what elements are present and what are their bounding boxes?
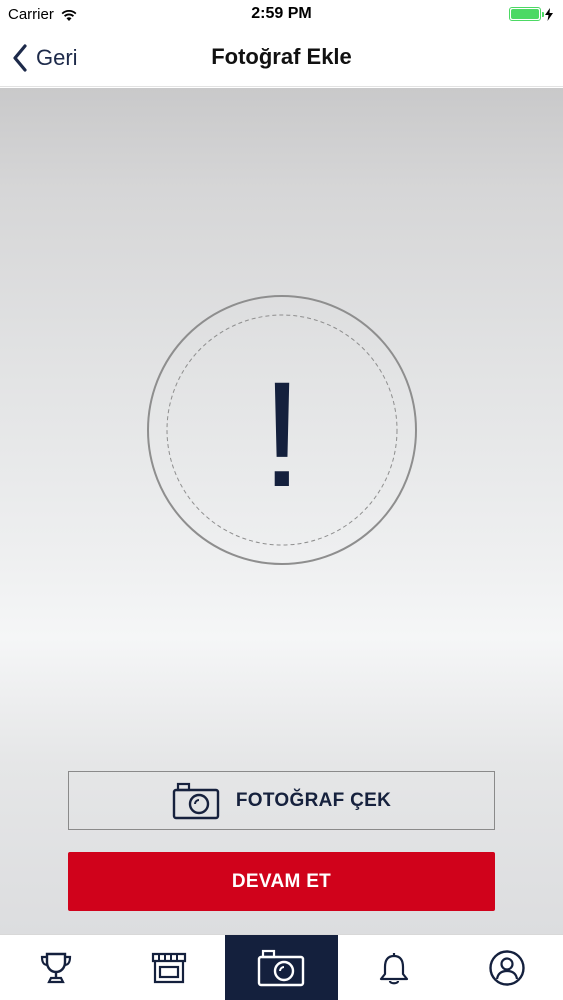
placeholder-circle-graphic: ! (147, 295, 417, 565)
take-photo-label: FOTOĞRAF ÇEK (235, 789, 392, 811)
charging-icon (545, 7, 553, 21)
bell-icon (379, 952, 409, 984)
tab-store[interactable] (113, 935, 226, 1000)
camera-icon (258, 949, 305, 986)
camera-icon (172, 782, 220, 819)
tab-bar (0, 934, 563, 1000)
photo-placeholder: ! (146, 294, 418, 566)
continue-button[interactable]: DEVAM ET (68, 852, 495, 911)
tab-camera[interactable] (225, 935, 338, 1000)
navigation-bar: Geri Fotoğraf Ekle (0, 30, 563, 87)
page-title: Fotoğraf Ekle (211, 44, 352, 69)
trophy-icon (41, 952, 72, 983)
screen: Carrier 2:59 PM Geri Fotoğraf Ekle ! FOT… (0, 0, 563, 1000)
battery-icon (509, 7, 544, 21)
store-icon (151, 952, 186, 983)
take-photo-button[interactable]: FOTOĞRAF ÇEK (68, 771, 495, 830)
tab-notifications[interactable] (338, 935, 451, 1000)
status-right (509, 7, 553, 21)
profile-icon (488, 949, 525, 986)
tab-profile[interactable] (450, 935, 563, 1000)
status-time: 2:59 PM (251, 5, 312, 22)
tab-trophy[interactable] (0, 935, 113, 1000)
exclamation-icon: ! (261, 350, 303, 518)
photo-content-area: ! FOTOĞRAF ÇEK DEVAM ET (0, 88, 563, 934)
battery-fill (511, 9, 539, 19)
battery-tip (542, 12, 544, 17)
status-bar: Carrier 2:59 PM (0, 0, 563, 30)
continue-label: DEVAM ET (231, 870, 332, 892)
